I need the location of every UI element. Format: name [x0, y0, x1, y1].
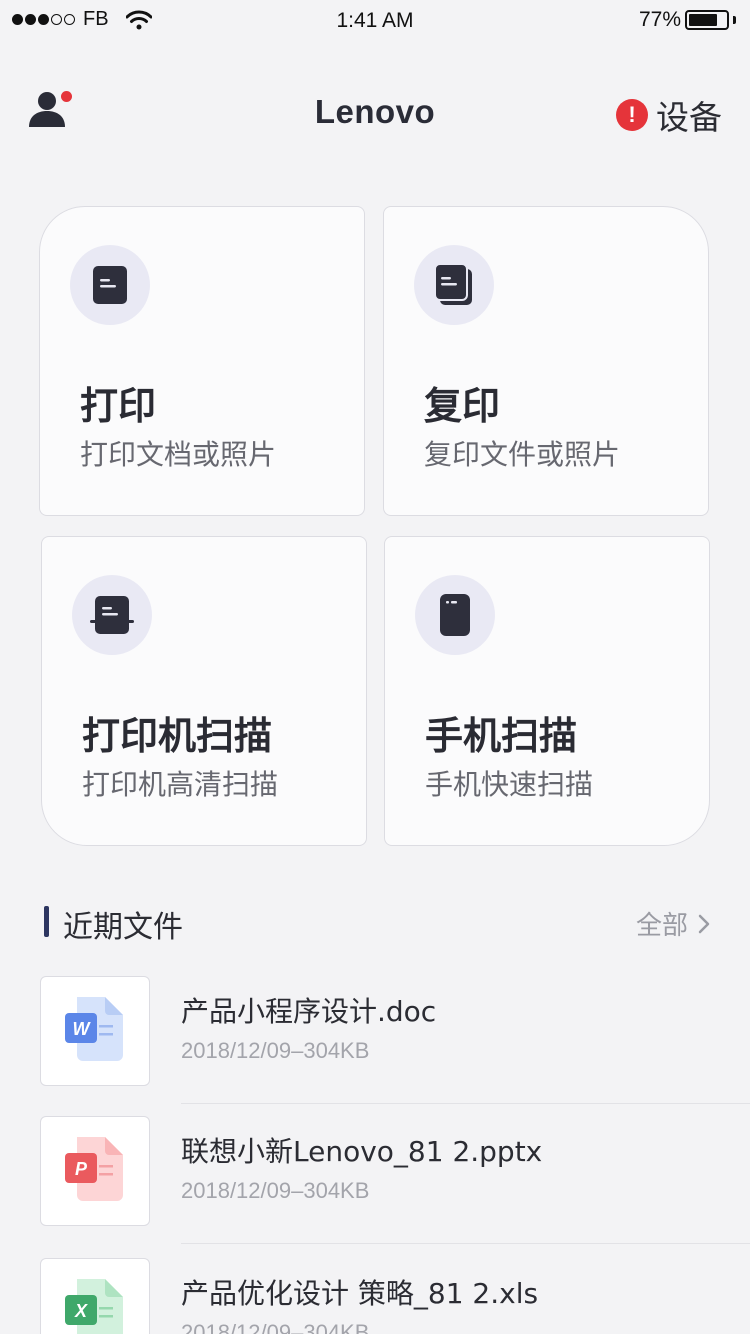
battery-icon — [685, 10, 729, 30]
divider — [181, 1103, 750, 1104]
file-list-item[interactable]: P 联想小新Lenovo_81 2.pptx 2018/12/09–304KB — [0, 1116, 750, 1256]
svg-text:X: X — [74, 1301, 88, 1321]
file-meta: 2018/12/09–304KB — [181, 1038, 370, 1063]
file-meta: 2018/12/09–304KB — [181, 1320, 370, 1334]
file-name: 产品小程序设计.doc — [181, 995, 437, 1028]
card-icon-circle — [70, 245, 150, 325]
alert-icon: ! — [616, 99, 648, 131]
file-name: 产品优化设计 策略_81 2.xls — [181, 1277, 539, 1310]
scanner-icon — [90, 596, 134, 634]
file-thumbnail: P — [40, 1116, 150, 1226]
file-thumbnail: X — [40, 1258, 150, 1334]
view-all-label: 全部 — [635, 911, 688, 941]
copy-card[interactable]: 复印 复印文件或照片 — [383, 206, 709, 516]
card-title: 打印 — [80, 384, 157, 428]
excel-file-icon: X — [65, 1279, 123, 1334]
app-header: Lenovo ! 设备 — [0, 80, 750, 150]
card-icon-circle — [72, 575, 152, 655]
print-card[interactable]: 打印 打印文档或照片 — [39, 206, 365, 516]
recent-files-title: 近期文件 — [63, 910, 183, 945]
card-subtitle: 打印文档或照片 — [80, 438, 277, 471]
file-thumbnail: W — [40, 976, 150, 1086]
device-button[interactable]: ! 设备 — [616, 91, 722, 139]
document-icon — [93, 266, 127, 304]
card-subtitle: 手机快速扫描 — [425, 768, 594, 801]
file-name: 联想小新Lenovo_81 2.pptx — [181, 1135, 543, 1168]
svg-text:W: W — [73, 1019, 92, 1039]
battery-cap — [733, 16, 736, 24]
card-subtitle: 打印机高清扫描 — [82, 768, 279, 801]
view-all-link[interactable]: 全部 — [636, 905, 710, 942]
card-icon-circle — [415, 575, 495, 655]
battery-percent: 77% — [638, 8, 681, 31]
file-meta: 2018/12/09–304KB — [181, 1178, 370, 1203]
file-list-item[interactable]: X 产品优化设计 策略_81 2.xls 2018/12/09–304KB — [0, 1258, 750, 1334]
card-title: 打印机扫描 — [82, 714, 273, 758]
svg-text:P: P — [75, 1159, 88, 1179]
card-title: 复印 — [424, 384, 501, 428]
clock: 1:41 AM — [336, 9, 414, 32]
phone-icon — [440, 594, 470, 636]
card-icon-circle — [414, 245, 494, 325]
section-accent-bar — [44, 906, 49, 937]
printer-scan-card[interactable]: 打印机扫描 打印机高清扫描 — [41, 536, 367, 846]
copy-stack-icon — [434, 263, 472, 305]
card-subtitle: 复印文件或照片 — [424, 438, 621, 471]
status-bar: FB 1:41 AM 77% — [0, 0, 750, 44]
chevron-right-icon — [698, 914, 710, 933]
file-list-item[interactable]: W 产品小程序设计.doc 2018/12/09–304KB — [0, 976, 750, 1116]
word-file-icon: W — [65, 997, 123, 1061]
device-label: 设备 — [656, 98, 722, 137]
phone-scan-card[interactable]: 手机扫描 手机快速扫描 — [384, 536, 710, 846]
divider — [181, 1243, 750, 1244]
powerpoint-file-icon: P — [65, 1137, 123, 1201]
card-title: 手机扫描 — [425, 714, 578, 758]
battery-group: 77% — [639, 8, 736, 32]
